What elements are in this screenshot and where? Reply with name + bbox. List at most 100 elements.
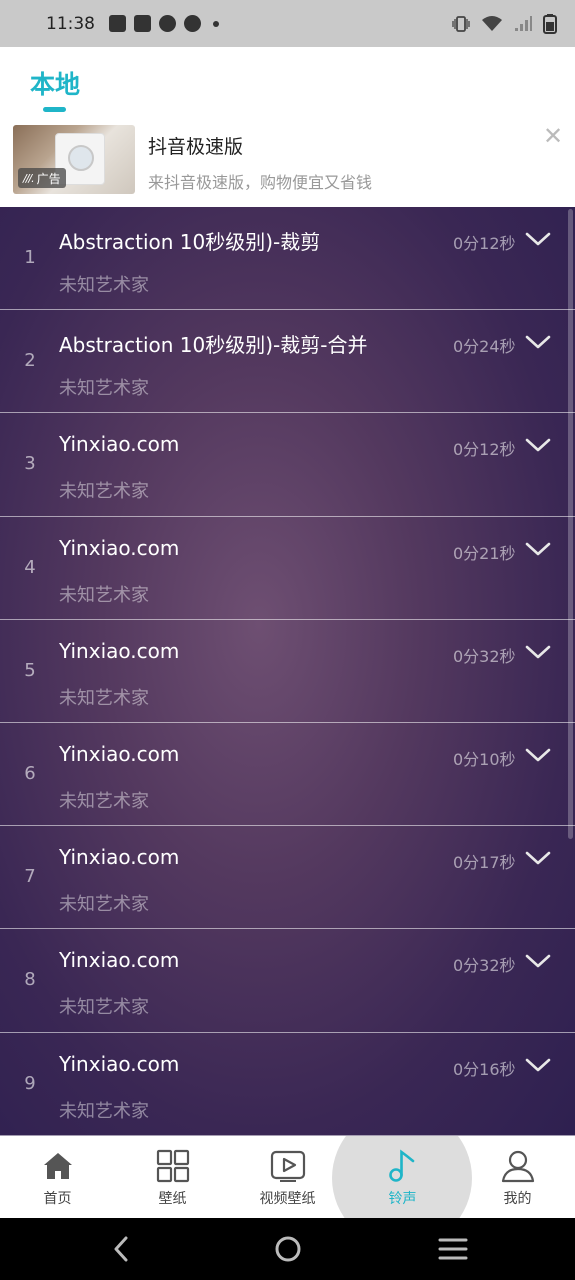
list-scrollbar[interactable] [568,209,573,839]
user-icon [501,1150,535,1183]
list-item-artist: 未知艺术家 [59,894,149,916]
nav-label-video-wallpaper: 视频壁纸 [259,1191,316,1207]
list-item-number: 6 [24,762,36,784]
chevron-down-icon[interactable] [523,743,553,767]
system-nav-bar [0,1218,575,1280]
list-item-title: Yinxiao.com [59,638,180,663]
ad-banner[interactable]: ///. 广告 抖音极速版 来抖音极速版，购物便宜又省钱 ✕ [0,117,575,207]
list-item-artist: 未知艺术家 [59,378,149,400]
list-item[interactable]: 4 Yinxiao.com 未知艺术家 0分21秒 [0,517,575,620]
list-item-title: Yinxiao.com [59,535,180,560]
nav-label-wallpaper: 壁纸 [158,1191,187,1207]
music-note-icon [389,1149,415,1182]
list-item-duration: 0分12秒 [453,234,516,253]
list-item-number: 8 [24,969,36,991]
ad-badge: ///. 广告 [18,168,66,188]
back-icon[interactable] [100,1232,140,1266]
list-item-title: Yinxiao.com [59,948,180,973]
chevron-down-icon[interactable] [523,433,553,457]
list-item-title: Yinxiao.com [59,845,180,870]
home-icon [44,1153,72,1179]
list-item[interactable]: 3 Yinxiao.com 未知艺术家 0分12秒 [0,413,575,517]
list-item-title: Abstraction 10秒级别)-裁剪-合并 [59,333,368,358]
grid-icon [156,1149,190,1183]
dot-icon [213,20,219,27]
list-item-duration: 0分21秒 [453,543,516,563]
ad-subtitle: 来抖音极速版，购物便宜又省钱 [148,173,373,192]
chevron-down-icon[interactable] [523,846,553,870]
list-item-title: Abstraction 10秒级别)-裁剪 [59,230,321,254]
ad-image-washer-door [68,145,94,171]
list-item-artist: 未知艺术家 [59,275,149,296]
nav-item-video-wallpaper[interactable]: 视频壁纸 [230,1136,345,1218]
nav-label-home: 首页 [43,1191,72,1207]
list-item-number: 7 [24,866,36,888]
list-item-number: 2 [24,350,36,372]
nav-item-ringtone[interactable]: 铃声 [345,1136,460,1218]
tab-indicator [43,107,66,112]
list-item-number: 3 [24,453,36,475]
list-item-duration: 0分12秒 [453,440,516,460]
menu-icon[interactable] [433,1232,473,1266]
list-item-artist: 未知艺术家 [59,790,149,812]
list-item-artist: 未知艺术家 [59,481,149,503]
nav-item-home[interactable]: 首页 [0,1136,115,1218]
signal-icon [515,15,532,31]
list-item-duration: 0分17秒 [453,853,516,873]
compass-icon [184,15,201,32]
notification-bag-icon [134,15,151,32]
list-item-duration: 0分16秒 [453,1059,516,1079]
list-item-duration: 0分32秒 [453,646,516,666]
ad-badge-logo: ///. [23,171,35,185]
chevron-down-icon[interactable] [523,330,553,354]
nav-label-ringtone: 铃声 [388,1191,417,1207]
battery-icon [543,13,557,34]
list-item[interactable]: 2 Abstraction 10秒级别)-裁剪-合并 未知艺术家 0分24秒 [0,310,575,414]
list-item-title: Yinxiao.com [59,1051,180,1076]
notification-bag-icon [109,15,126,32]
list-item[interactable]: 6 Yinxiao.com 未知艺术家 0分10秒 [0,723,575,827]
list-item[interactable]: 7 Yinxiao.com 未知艺术家 0分17秒 [0,826,575,930]
nav-item-wallpaper[interactable]: 壁纸 [115,1136,230,1218]
nav-label-profile: 我的 [503,1191,532,1207]
list-item-artist: 未知艺术家 [59,1100,149,1122]
ad-badge-label: 广告 [36,171,61,186]
bottom-nav: 首页 壁纸 视频壁纸 铃声 我的 [0,1136,575,1218]
list-item-artist: 未知艺术家 [59,584,149,606]
list-item-duration: 0分32秒 [453,956,516,976]
list-item-number: 1 [24,247,36,268]
chevron-down-icon[interactable] [523,537,553,561]
list-item-title: Yinxiao.com [59,432,180,457]
video-play-icon [270,1150,306,1182]
status-bar: 11:38 [0,0,575,47]
chevron-down-icon[interactable] [523,227,553,251]
vibrate-icon [452,15,470,32]
list-item-number: 5 [24,659,36,681]
nav-item-profile[interactable]: 我的 [460,1136,575,1218]
status-time: 11:38 [46,13,95,34]
tab-local[interactable]: 本地 [30,65,80,101]
list-item[interactable]: 1 Abstraction 10秒级别)-裁剪 未知艺术家 0分12秒 [0,207,575,311]
status-system-icons [451,13,557,34]
close-icon[interactable]: ✕ [540,123,566,149]
list-item-number: 4 [24,556,36,578]
ad-thumbnail[interactable]: ///. 广告 [13,125,135,194]
list-item-duration: 0分10秒 [453,749,516,769]
list-item[interactable]: 8 Yinxiao.com 未知艺术家 0分32秒 [0,929,575,1033]
wifi-icon [482,15,502,31]
chevron-down-icon[interactable] [523,640,553,664]
list-item-artist: 未知艺术家 [59,997,149,1019]
list-item-artist: 未知艺术家 [59,687,149,709]
home-circle-icon[interactable] [268,1232,308,1266]
ringtone-list[interactable]: 1 Abstraction 10秒级别)-裁剪 未知艺术家 0分12秒 2 Ab… [0,207,575,1136]
header: 本地 [0,47,575,117]
status-notification-icons [109,15,219,32]
chevron-down-icon[interactable] [523,1053,553,1077]
list-item[interactable]: 5 Yinxiao.com 未知艺术家 0分32秒 [0,620,575,723]
list-item-duration: 0分24秒 [453,337,516,357]
chevron-down-icon[interactable] [523,949,553,973]
ad-title[interactable]: 抖音极速版 [148,132,243,159]
compass-icon [159,15,176,32]
list-item[interactable]: 9 Yinxiao.com 未知艺术家 0分16秒 [0,1033,575,1136]
list-item-number: 9 [24,1072,36,1094]
